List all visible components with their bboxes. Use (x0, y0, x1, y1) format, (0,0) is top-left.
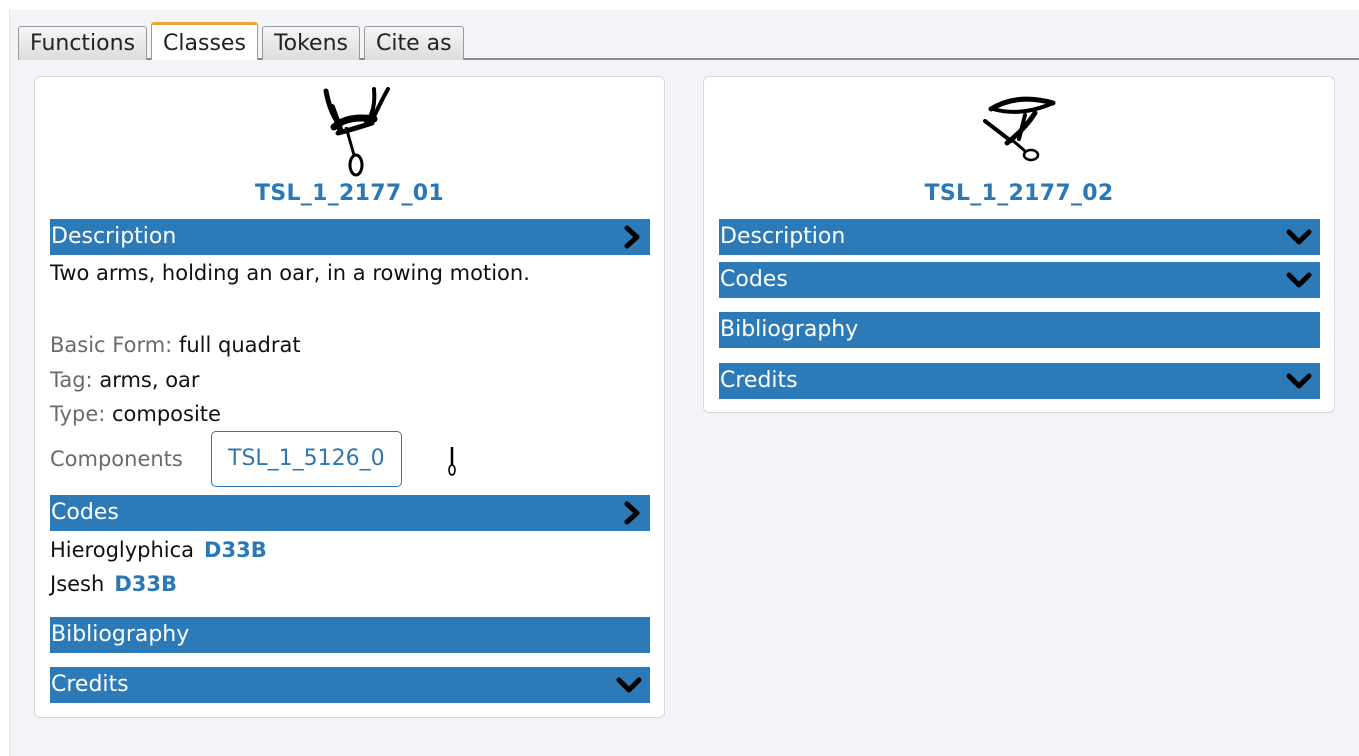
type-value: composite (112, 402, 221, 426)
bibliography-header-label: Bibliography (720, 317, 859, 342)
basic-form-value: full quadrat (178, 333, 301, 357)
bibliography-header-label: Bibliography (51, 622, 190, 647)
tag-label: Tag: (50, 368, 93, 392)
code-row-hieroglyphica: Hieroglyphica D33B (50, 538, 267, 562)
credits-section-header[interactable]: Credits (50, 667, 650, 703)
component-link-button[interactable]: TSL_1_5126_0 (211, 431, 402, 487)
tab-functions[interactable]: Functions (18, 26, 148, 60)
bibliography-section-header[interactable]: Bibliography (719, 312, 1320, 348)
code-value[interactable]: D33B (204, 538, 267, 562)
left-rail (0, 10, 10, 756)
hieroglyph-arms-oar-variant-image (983, 96, 1056, 162)
type-row: Type: composite (50, 402, 221, 426)
code-value[interactable]: D33B (114, 572, 177, 596)
bibliography-section-header[interactable]: Bibliography (50, 617, 650, 653)
code-system-label: Hieroglyphica (50, 538, 195, 562)
description-section-header[interactable]: Description (719, 219, 1320, 255)
basic-form-row: Basic Form: full quadrat (50, 333, 301, 357)
codes-section-header[interactable]: Codes (719, 262, 1320, 298)
codes-header-label: Codes (720, 267, 788, 292)
components-label: Components (50, 447, 183, 471)
codes-section-header[interactable]: Codes (50, 495, 650, 531)
sign-card-2: TSL_1_2177_02 Description Codes Bibliogr… (703, 76, 1335, 413)
sign-id-link[interactable]: TSL_1_2177_02 (704, 181, 1334, 206)
code-row-jsesh: Jsesh D33B (50, 572, 177, 596)
chevron-down-icon (1286, 219, 1312, 255)
description-header-label: Description (720, 224, 846, 249)
top-strip (0, 0, 1359, 10)
tab-bar: Functions Classes Tokens Cite as (18, 20, 468, 60)
chevron-right-icon (622, 495, 642, 531)
tag-value: arms, oar (99, 368, 200, 392)
codes-header-label: Codes (51, 500, 119, 525)
chevron-down-icon (616, 667, 642, 703)
description-header-label: Description (51, 224, 177, 249)
description-section-header[interactable]: Description (50, 219, 650, 255)
type-label: Type: (50, 402, 106, 426)
description-text: Two arms, holding an oar, in a rowing mo… (50, 261, 530, 285)
basic-form-label: Basic Form: (50, 333, 173, 357)
tag-row: Tag: arms, oar (50, 368, 200, 392)
sign-card-1: TSL_1_2177_01 Description Two arms, hold… (34, 76, 665, 718)
credits-header-label: Credits (51, 672, 129, 697)
code-system-label: Jsesh (50, 572, 105, 596)
hieroglyph-arms-oar-image (323, 87, 390, 177)
chevron-down-icon (1286, 363, 1312, 399)
tab-cite-as[interactable]: Cite as (364, 26, 464, 60)
chevron-down-icon (1286, 262, 1312, 298)
component-glyph-image (448, 447, 456, 476)
credits-header-label: Credits (720, 368, 798, 393)
tab-classes[interactable]: Classes (151, 22, 258, 60)
credits-section-header[interactable]: Credits (719, 363, 1320, 399)
chevron-right-icon (622, 219, 642, 255)
sign-id-link[interactable]: TSL_1_2177_01 (35, 181, 664, 206)
tab-tokens[interactable]: Tokens (261, 26, 360, 60)
